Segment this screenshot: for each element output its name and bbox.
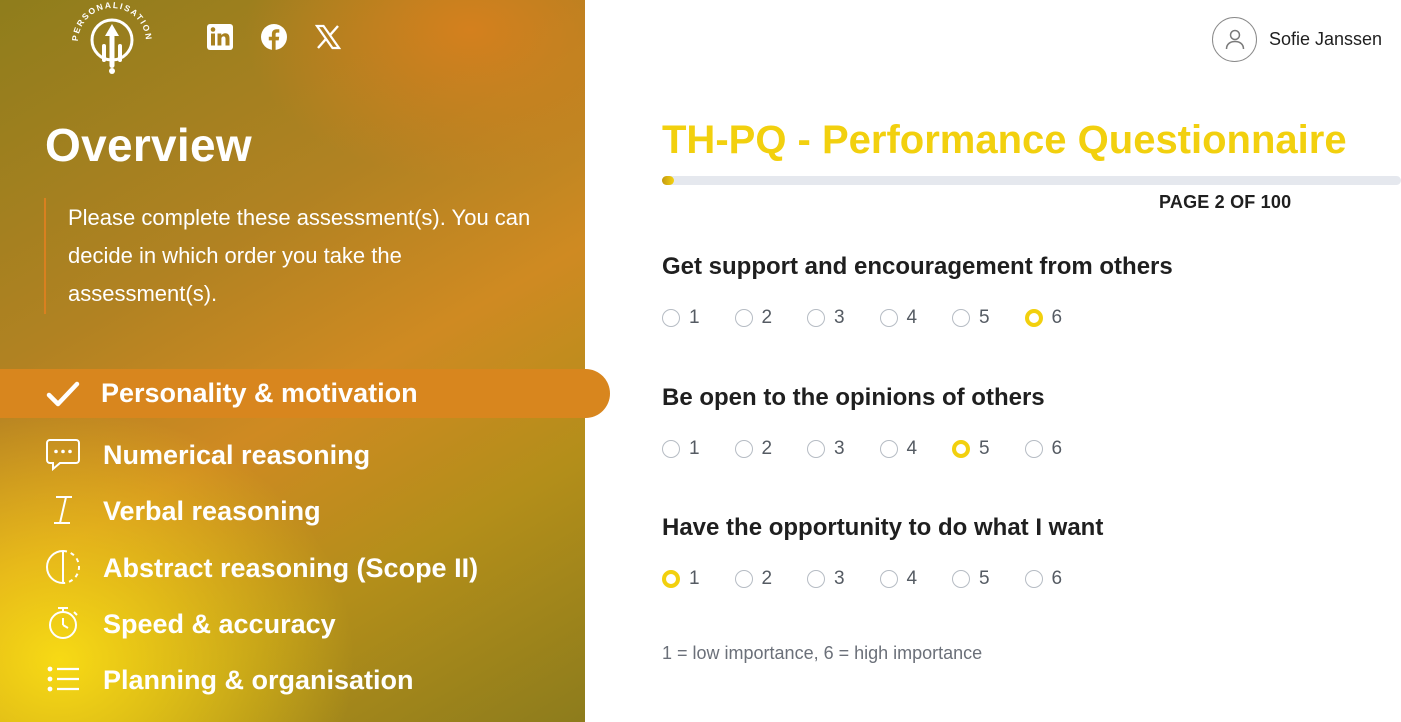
sidebar-item-label: Numerical reasoning (103, 440, 371, 470)
user-icon (1225, 29, 1244, 50)
scale-legend: 1 = low importance, 6 = high importance (662, 643, 983, 663)
option-label: 3 (834, 568, 845, 589)
rating-option-4[interactable]: 4 (879, 564, 918, 594)
option-label: 1 (689, 438, 700, 459)
rating-option-1[interactable]: 1 (662, 564, 700, 594)
radio-button[interactable] (662, 570, 680, 588)
sidebar-item-personality-motivation[interactable]: Personality & motivation (0, 369, 610, 418)
rating-option-5[interactable]: 5 (952, 564, 990, 594)
avatar[interactable] (1212, 16, 1257, 62)
radio-button[interactable] (879, 570, 898, 588)
radio-button[interactable] (734, 440, 753, 458)
chat-bubble-icon (45, 436, 81, 472)
stopwatch-icon (45, 605, 81, 641)
radio-button[interactable] (1024, 309, 1043, 327)
rating-options: 1 2 3 4 5 6 (662, 303, 1362, 333)
rating-option-4[interactable]: 4 (879, 303, 918, 333)
option-label: 1 (689, 307, 700, 328)
intro-text: Please complete these assessment(s). You… (68, 205, 531, 306)
rating-option-4[interactable]: 4 (879, 434, 918, 464)
rating-option-3[interactable]: 3 (807, 564, 845, 594)
rating-option-2[interactable]: 2 (734, 564, 773, 594)
radio-button[interactable] (807, 440, 825, 458)
radio-button[interactable] (662, 440, 680, 458)
question-label: Have the opportunity to do what I want (662, 514, 1104, 541)
radio-button[interactable] (807, 570, 825, 588)
option-label: 6 (1051, 307, 1063, 328)
list-icon (45, 661, 81, 697)
progress-bar (662, 176, 1401, 185)
option-label: 4 (906, 568, 918, 589)
checkmark-icon (45, 376, 81, 412)
option-label: 5 (979, 568, 990, 589)
radio-button[interactable] (807, 309, 825, 327)
rating-option-6[interactable]: 6 (1024, 303, 1063, 333)
option-label: 2 (761, 568, 773, 589)
option-label: 3 (834, 307, 845, 328)
sidebar-item-label: Planning & organisation (103, 665, 414, 695)
sidebar-item-label: Verbal reasoning (103, 496, 321, 526)
option-label: 6 (1051, 438, 1063, 459)
sidebar: PERSONALISATION Overview (0, 0, 610, 722)
sidebar-title: Overview (45, 119, 252, 171)
user-menu[interactable]: Sofie Janssen (1212, 16, 1382, 62)
rating-option-3[interactable]: 3 (807, 303, 845, 333)
personalisation-logo[interactable]: PERSONALISATION (70, 0, 153, 78)
rating-option-1[interactable]: 1 (662, 303, 700, 333)
rating-option-3[interactable]: 3 (807, 434, 845, 464)
question-label: Get support and encouragement from other… (662, 253, 1173, 280)
rating-option-6[interactable]: 6 (1024, 434, 1063, 464)
rating-option-2[interactable]: 2 (734, 434, 773, 464)
progress-fill (662, 176, 674, 185)
sidebar-item-speed-accuracy[interactable]: Speed & accuracy (0, 603, 585, 643)
rating-option-5[interactable]: 5 (952, 303, 990, 333)
sidebar-item-label: Speed & accuracy (103, 609, 336, 639)
sidebar-item-label: Personality & motivation (101, 378, 418, 408)
radio-button[interactable] (734, 309, 753, 327)
radio-button[interactable] (1024, 570, 1043, 588)
option-label: 4 (906, 307, 918, 328)
radio-button[interactable] (952, 440, 970, 458)
option-label: 3 (834, 438, 845, 459)
half-circle-icon (45, 549, 81, 585)
option-label: 5 (979, 307, 990, 328)
option-label: 2 (761, 438, 773, 459)
x-icon[interactable] (313, 22, 343, 52)
radio-button[interactable] (734, 570, 753, 588)
sidebar-item-planning-organisation[interactable]: Planning & organisation (0, 659, 585, 699)
linkedin-icon[interactable] (205, 22, 235, 52)
radio-button[interactable] (952, 570, 970, 588)
intro-divider (44, 198, 46, 314)
rating-option-2[interactable]: 2 (734, 303, 773, 333)
user-name: Sofie Janssen (1269, 28, 1383, 49)
rating-options: 1 2 3 4 5 6 (662, 434, 1362, 464)
radio-button[interactable] (952, 309, 970, 327)
radio-button[interactable] (1024, 440, 1043, 458)
questionnaire-title: TH-PQ - Performance Questionnaire (662, 118, 1347, 162)
question-2: Be open to the opinions of others 1 2 3 4 5 6 (662, 384, 1362, 464)
option-label: 1 (689, 568, 700, 589)
radio-button[interactable] (879, 440, 898, 458)
rating-options: 1 2 3 4 5 6 (662, 564, 1362, 594)
sidebar-item-label: Abstract reasoning (Scope II) (103, 553, 479, 583)
radio-button[interactable] (662, 309, 680, 327)
option-label: 5 (979, 438, 990, 459)
sidebar-item-abstract-reasoning[interactable]: Abstract reasoning (Scope II) (0, 547, 585, 587)
question-1: Get support and encouragement from other… (662, 253, 1362, 333)
text-cursor-icon (45, 492, 81, 528)
sidebar-item-verbal-reasoning[interactable]: Verbal reasoning (0, 490, 585, 530)
option-label: 2 (761, 307, 773, 328)
option-label: 4 (906, 438, 918, 459)
radio-button[interactable] (879, 309, 898, 327)
sidebar-item-numerical-reasoning[interactable]: Numerical reasoning (0, 434, 585, 474)
rating-option-5[interactable]: 5 (952, 434, 990, 464)
question-label: Be open to the opinions of others (662, 384, 1045, 411)
page-indicator: PAGE 2 OF 100 (1159, 192, 1292, 212)
facebook-icon[interactable] (259, 22, 289, 52)
rating-option-1[interactable]: 1 (662, 434, 700, 464)
rating-option-6[interactable]: 6 (1024, 564, 1063, 594)
question-3: Have the opportunity to do what I want 1… (662, 514, 1362, 594)
option-label: 6 (1051, 568, 1063, 589)
